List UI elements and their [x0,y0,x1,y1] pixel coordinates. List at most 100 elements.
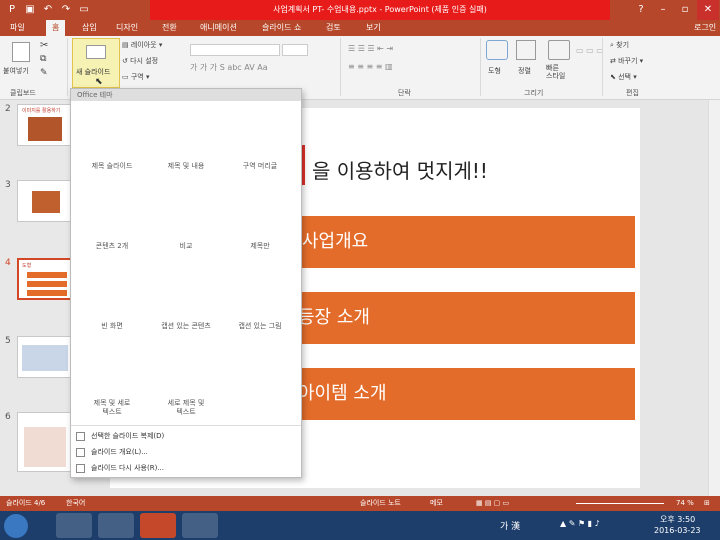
group-clipboard: 클립보드 [10,89,36,97]
slide-bar-1[interactable]: 사업개요 [270,216,635,268]
tab-review[interactable]: 검토 [326,20,341,36]
align-icons[interactable]: ≡ ≡ ≡ ≡ ▥ [348,62,393,71]
view-buttons[interactable]: ▦ ▤ ▢ ▭ [476,496,509,511]
layout-two-content[interactable]: 콘텐츠 2개 [75,185,149,263]
layout-label: 제목 및 세로 텍스트 [93,399,131,416]
powerpoint-icon: P [8,4,16,15]
comments-button[interactable]: 메모 [430,496,443,511]
close-button[interactable]: ✕ [697,0,719,20]
help-button[interactable]: ? [630,0,652,20]
reset-button[interactable]: ↺ 다시 설정 [122,56,158,66]
layout-blank[interactable]: 빈 화면 [75,265,149,343]
language-status[interactable]: 한국어 [66,496,85,511]
layout-content-caption[interactable]: 캡션 있는 콘텐츠 [149,265,223,343]
thumb-image [32,191,60,213]
tab-file[interactable]: 파일 [10,20,25,36]
sign-in-link[interactable]: 로그인 [694,20,716,36]
status-bar: 슬라이드 4/6 한국어 슬라이드 노트 메모 ▦ ▤ ▢ ▭ 74 % ⊞ [0,496,720,511]
slide-title[interactable]: 을 이용하여 멋지게!! [312,155,488,184]
explorer-taskbar-icon[interactable] [98,513,134,538]
tab-view[interactable]: 보기 [366,20,381,36]
thumb-number: 6 [5,412,11,422]
slide-bar-3[interactable]: 아이템 소개 [270,368,635,420]
vertical-scrollbar[interactable] [708,100,720,496]
layout-comparison[interactable]: 비교 [149,185,223,263]
start-slideshow-icon[interactable]: ▭ [78,3,90,16]
paragraph-icons[interactable]: ☰ ☰ ☰ ⇤ ⇥ [348,44,393,53]
format-painter-icon[interactable]: ✎ [40,68,48,78]
section-label: 구역 [130,73,144,81]
slide-thumbnail-2[interactable]: 이미지를 활용하기 [17,104,73,146]
ribbon-tabs: 파일 홈 삽입 디자인 전환 애니메이션 슬라이드 쇼 검토 보기 로그인 [0,20,720,36]
save-icon[interactable]: ▣ [24,3,36,16]
shape-fill-icons[interactable]: ▭ ▭ ▭ [576,46,604,55]
layout-picture-caption[interactable]: 캡션 있는 그림 [223,265,297,343]
clock-time[interactable]: 오후 3:50 [660,514,695,525]
arrange-button[interactable]: 정렬 [518,66,531,76]
shapes-icon [486,40,508,60]
shapes-button[interactable]: 도형 [488,66,501,76]
presenter-taskbar-icon[interactable] [182,513,218,538]
divider [340,38,341,96]
thumb-bar [27,290,67,296]
skype-taskbar-icon[interactable] [56,513,92,538]
slide-thumbnail-5[interactable] [17,336,73,378]
tab-insert[interactable]: 삽입 [82,20,97,36]
duplicate-icon [76,431,85,441]
divider [67,38,68,96]
cut-icon[interactable]: ✂ [40,40,48,51]
layout-title-content[interactable]: 제목 및 내용 [149,105,223,183]
clock-date[interactable]: 2016-03-23 [654,526,701,535]
slide-bar-2[interactable]: 등장 소개 [270,292,635,344]
restore-button[interactable]: ▫ [674,0,696,20]
layout-vertical-title-text[interactable]: 세로 제목 및 텍스트 [149,345,223,423]
quick-styles-button[interactable]: 빠른 스타일 [546,64,565,80]
font-size-box[interactable] [282,44,308,56]
paste-button[interactable]: 붙여넣기 [3,66,29,76]
replace-button[interactable]: ⇄ 바꾸기 ▾ [610,56,643,66]
section-button[interactable]: ▭ 구역 ▾ [122,72,149,82]
reuse-slides-command[interactable]: 슬라이드 다시 사용(R)... [76,461,296,475]
minimize-button[interactable]: – [652,0,674,20]
tab-design[interactable]: 디자인 [116,20,138,36]
fit-slide-icon[interactable]: ⊞ [704,496,710,511]
slide-thumbnail-4[interactable]: 도형 [17,258,73,300]
layout-title-vertical-text[interactable]: 제목 및 세로 텍스트 [75,345,149,423]
undo-icon[interactable]: ↶ [42,3,54,16]
font-format-icons[interactable]: 가 가 가 S abc AV Aa [190,62,268,73]
find-button[interactable]: ⌕ 찾기 [610,40,629,50]
slide-outline-command[interactable]: 슬라이드 개요(L)... [76,445,296,459]
command-label: 슬라이드 다시 사용(R)... [91,464,164,472]
thumb-number: 5 [5,336,11,346]
copy-icon[interactable]: ⧉ [40,54,46,64]
zoom-slider[interactable] [576,503,664,504]
tab-home[interactable]: 홈 [46,20,66,36]
slide-thumbnail-pane[interactable]: 2 이미지를 활용하기 3 4 도형 5 6 [0,100,78,496]
window-title: 사업계획서 PT- 수업내용.pptx - PowerPoint (제품 인증 … [150,0,610,20]
tab-slideshow[interactable]: 슬라이드 쇼 [262,20,301,36]
slide-thumbnail-3[interactable] [17,180,73,222]
redo-icon[interactable]: ↷ [60,3,72,16]
tray-icons[interactable]: ▲ ✎ ⚑ ▮ ♪ [560,519,600,528]
layout-title-slide[interactable]: 제목 슬라이드 [75,105,149,183]
font-name-box[interactable] [190,44,280,56]
slide-thumbnail-6[interactable] [17,412,73,472]
slide-indicator: 슬라이드 4/6 [6,499,46,507]
ime-indicator[interactable]: 가 漢 [500,519,520,532]
start-button[interactable] [4,514,28,538]
layout-title-only[interactable]: 제목만 [223,185,297,263]
notes-button[interactable]: 슬라이드 노트 [360,496,401,511]
new-slide-button[interactable]: 새 슬라이드 ⬉ [72,38,120,88]
powerpoint-taskbar-icon[interactable] [140,513,176,538]
duplicate-slide-command[interactable]: 선택한 슬라이드 복제(D) [76,429,296,443]
layout-section-header[interactable]: 구역 머리글 [223,105,297,183]
tab-animations[interactable]: 애니메이션 [200,20,237,36]
select-button[interactable]: ⬉ 선택 ▾ [610,72,637,82]
new-slide-label: 새 슬라이드 [76,68,111,76]
tab-transitions[interactable]: 전환 [162,20,177,36]
layout-button[interactable]: ▤ 레이아웃 ▾ [122,40,162,50]
paste-icon [12,42,30,62]
group-drawing: 그리기 [524,89,544,97]
thumb-image [28,117,62,141]
zoom-level[interactable]: 74 % [676,496,694,511]
